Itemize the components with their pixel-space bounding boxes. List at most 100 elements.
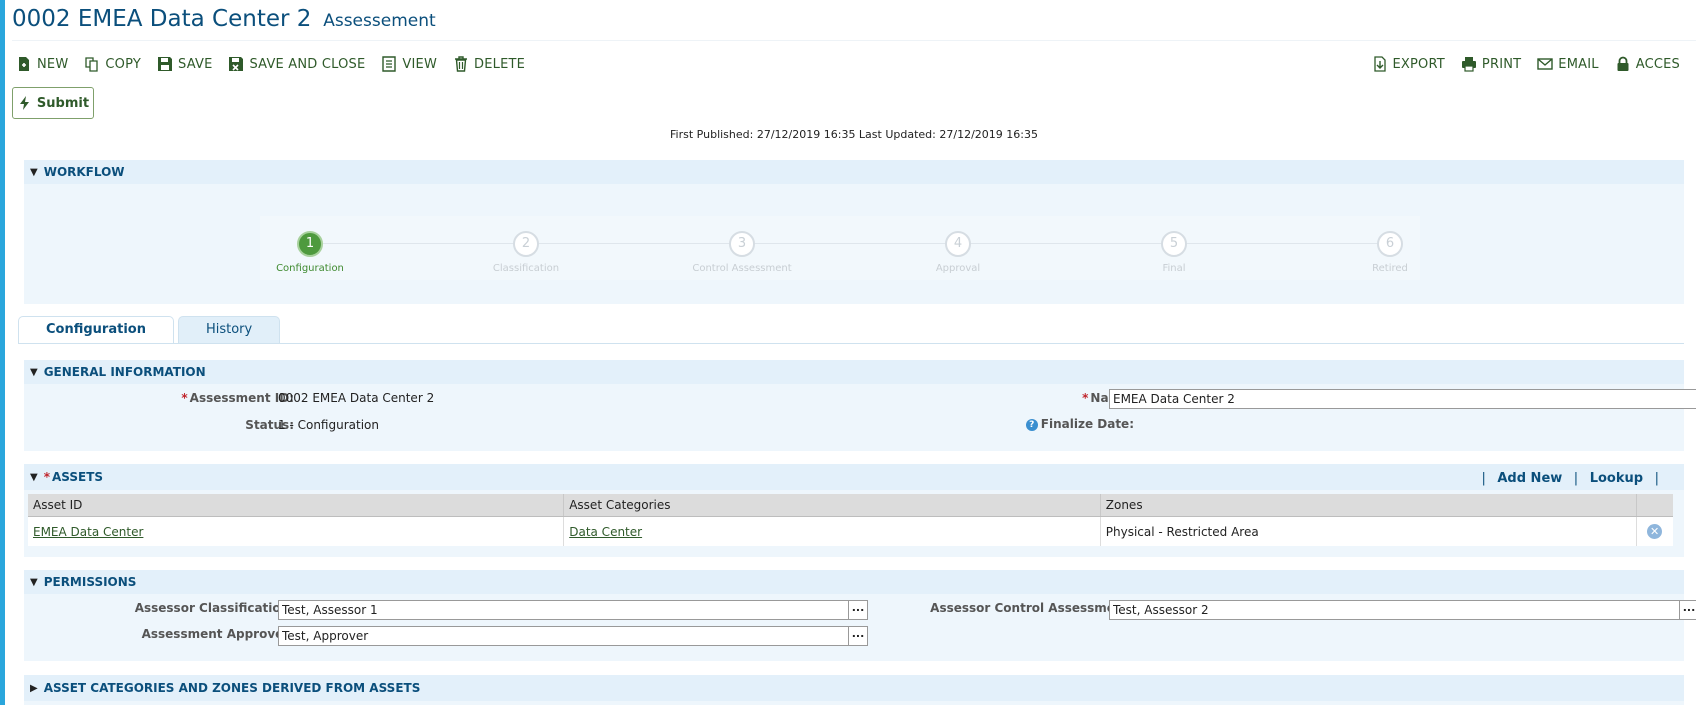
asset-category-cell: Data Center bbox=[563, 516, 1101, 546]
assessment-approver-input[interactable] bbox=[278, 626, 850, 646]
lookup-asset-link[interactable]: Lookup bbox=[1590, 471, 1643, 486]
finalize-date-label: ? Finalize Date: bbox=[1025, 417, 1134, 431]
publish-timestamps: First Published: 27/12/2019 16:35 Last U… bbox=[670, 128, 1038, 141]
help-icon[interactable]: ? bbox=[1025, 418, 1038, 431]
assessor-classification-lookup-button[interactable]: ... bbox=[848, 600, 868, 620]
remove-cell: ✕ bbox=[1636, 516, 1673, 546]
tab-divider bbox=[18, 343, 1684, 344]
workflow-step-5: 5 Final bbox=[1094, 231, 1254, 274]
workflow-title: WORKFLOW bbox=[43, 165, 125, 179]
save-button[interactable]: SAVE bbox=[157, 56, 212, 72]
assets-table: Asset ID Asset Categories Zones EMEA Dat… bbox=[28, 494, 1673, 546]
trash-icon bbox=[453, 56, 469, 72]
assessment-page: 0002 EMEA Data Center 2 Assessement NEW … bbox=[0, 0, 1696, 705]
assets-actions: | Add New | Lookup | bbox=[1481, 471, 1659, 486]
collapse-triangle-icon: ▼ bbox=[30, 471, 38, 483]
assessment-approver-lookup-button[interactable]: ... bbox=[848, 626, 868, 646]
access-button-label: ACCES bbox=[1635, 56, 1680, 72]
step-label: Control Assessment bbox=[692, 263, 792, 274]
tab-configuration[interactable]: Configuration bbox=[18, 316, 174, 343]
toolbar-right: EXPORT PRINT EMAIL ACCES bbox=[1372, 52, 1696, 76]
delete-button-label: DELETE bbox=[474, 56, 526, 72]
status-value: 1 - Configuration bbox=[278, 418, 379, 432]
export-button[interactable]: EXPORT bbox=[1372, 56, 1445, 72]
access-button[interactable]: ACCES bbox=[1615, 56, 1680, 72]
step-label: Approval bbox=[935, 263, 981, 274]
record-title: 0002 EMEA Data Center 2 bbox=[12, 6, 312, 32]
save-icon bbox=[157, 56, 173, 72]
column-asset-id[interactable]: Asset ID bbox=[28, 494, 565, 517]
workflow-stepper: 1 Configuration 2 Classification 3 Contr… bbox=[24, 184, 1684, 306]
copy-button[interactable]: COPY bbox=[84, 56, 141, 72]
zone-cell: Physical - Restricted Area bbox=[1100, 516, 1638, 546]
tab-history[interactable]: History bbox=[177, 316, 281, 343]
add-new-asset-link[interactable]: Add New bbox=[1497, 471, 1562, 486]
save-close-icon bbox=[228, 56, 244, 72]
column-asset-categories[interactable]: Asset Categories bbox=[563, 494, 1101, 517]
save-and-close-button[interactable]: SAVE AND CLOSE bbox=[228, 56, 365, 72]
assessor-control-assessment-input[interactable] bbox=[1109, 600, 1681, 620]
title-divider bbox=[12, 40, 1696, 41]
email-button[interactable]: EMAIL bbox=[1537, 56, 1599, 72]
asset-category-link[interactable]: Data Center bbox=[569, 525, 642, 539]
general-information-title: GENERAL INFORMATION bbox=[43, 365, 206, 379]
column-zones[interactable]: Zones bbox=[1100, 494, 1638, 517]
permissions-panel: ▼ PERMISSIONS Assessor Classification: .… bbox=[24, 570, 1696, 661]
delete-button[interactable]: DELETE bbox=[453, 56, 525, 72]
workflow-step-3: 3 Control Assessment bbox=[662, 231, 822, 274]
remove-row-icon[interactable]: ✕ bbox=[1647, 524, 1663, 539]
assessment-approver-label: Assessment Approver: bbox=[141, 627, 294, 641]
new-button[interactable]: NEW bbox=[16, 56, 68, 72]
collapse-triangle-icon: ▼ bbox=[30, 576, 38, 588]
derived-categories-title: ASSET CATEGORIES AND ZONES DERIVED FROM … bbox=[43, 681, 421, 695]
printer-icon bbox=[1461, 56, 1477, 72]
record-type: Assessement bbox=[323, 11, 436, 31]
assessor-control-assessment-label: Assessor Control Assessment: bbox=[930, 601, 1134, 615]
step-circle: 6 bbox=[1377, 231, 1403, 257]
general-information-panel: ▼ GENERAL INFORMATION * Assessment ID: 00… bbox=[24, 360, 1696, 451]
expand-triangle-icon: ▶ bbox=[30, 682, 38, 694]
view-button[interactable]: VIEW bbox=[381, 56, 437, 72]
assessor-classification-input[interactable] bbox=[278, 600, 850, 620]
copy-icon bbox=[84, 56, 100, 72]
permissions-header[interactable]: ▼ PERMISSIONS bbox=[24, 570, 1684, 594]
submit-button-label: Submit bbox=[36, 95, 90, 111]
submit-button[interactable]: Submit bbox=[12, 87, 94, 119]
envelope-icon bbox=[1537, 56, 1553, 72]
print-button-label: PRINT bbox=[1481, 56, 1522, 72]
workflow-header[interactable]: ▼ WORKFLOW bbox=[24, 160, 1684, 184]
asset-id-cell: EMEA Data Center bbox=[28, 516, 565, 546]
asset-id-link[interactable]: EMEA Data Center bbox=[33, 525, 143, 539]
derived-categories-header[interactable]: ▶ ASSET CATEGORIES AND ZONES DERIVED FRO… bbox=[24, 675, 1684, 701]
required-asterisk: * bbox=[43, 470, 50, 484]
lock-icon bbox=[1615, 56, 1631, 72]
view-icon bbox=[381, 56, 397, 72]
record-tabs: Configuration History bbox=[18, 316, 284, 344]
permissions-title: PERMISSIONS bbox=[43, 575, 137, 589]
table-header-row: Asset ID Asset Categories Zones bbox=[28, 494, 1673, 517]
assessor-classification-label: Assessor Classification: bbox=[134, 601, 294, 615]
lightning-icon bbox=[19, 96, 29, 110]
step-label: Configuration bbox=[276, 263, 344, 274]
workflow-step-6: 6 Retired bbox=[1310, 231, 1470, 274]
save-and-close-button-label: SAVE AND CLOSE bbox=[249, 56, 366, 72]
required-asterisk: * bbox=[181, 391, 188, 405]
derived-categories-panel: ▶ ASSET CATEGORIES AND ZONES DERIVED FRO… bbox=[24, 675, 1684, 705]
assets-panel: ▼ * ASSETS | Add New | Lookup | Asset ID… bbox=[24, 464, 1684, 557]
assets-header[interactable]: ▼ * ASSETS bbox=[24, 464, 1684, 490]
export-button-label: EXPORT bbox=[1392, 56, 1445, 72]
new-button-label: NEW bbox=[37, 56, 69, 72]
workflow-panel: ▼ WORKFLOW 1 Configuration 2 Classificat… bbox=[24, 160, 1684, 304]
step-circle: 4 bbox=[945, 231, 971, 257]
step-circle: 5 bbox=[1161, 231, 1187, 257]
name-input[interactable] bbox=[1109, 389, 1696, 409]
print-button[interactable]: PRINT bbox=[1461, 56, 1521, 72]
email-button-label: EMAIL bbox=[1558, 56, 1599, 72]
step-circle: 2 bbox=[513, 231, 539, 257]
assessor-control-assessment-lookup-button[interactable]: ... bbox=[1679, 600, 1696, 620]
page-title: 0002 EMEA Data Center 2 Assessement bbox=[12, 6, 436, 40]
workflow-step-2: 2 Classification bbox=[446, 231, 606, 274]
general-information-header[interactable]: ▼ GENERAL INFORMATION bbox=[24, 360, 1684, 384]
required-asterisk: * bbox=[1082, 391, 1089, 405]
workflow-step-4: 4 Approval bbox=[878, 231, 1038, 274]
